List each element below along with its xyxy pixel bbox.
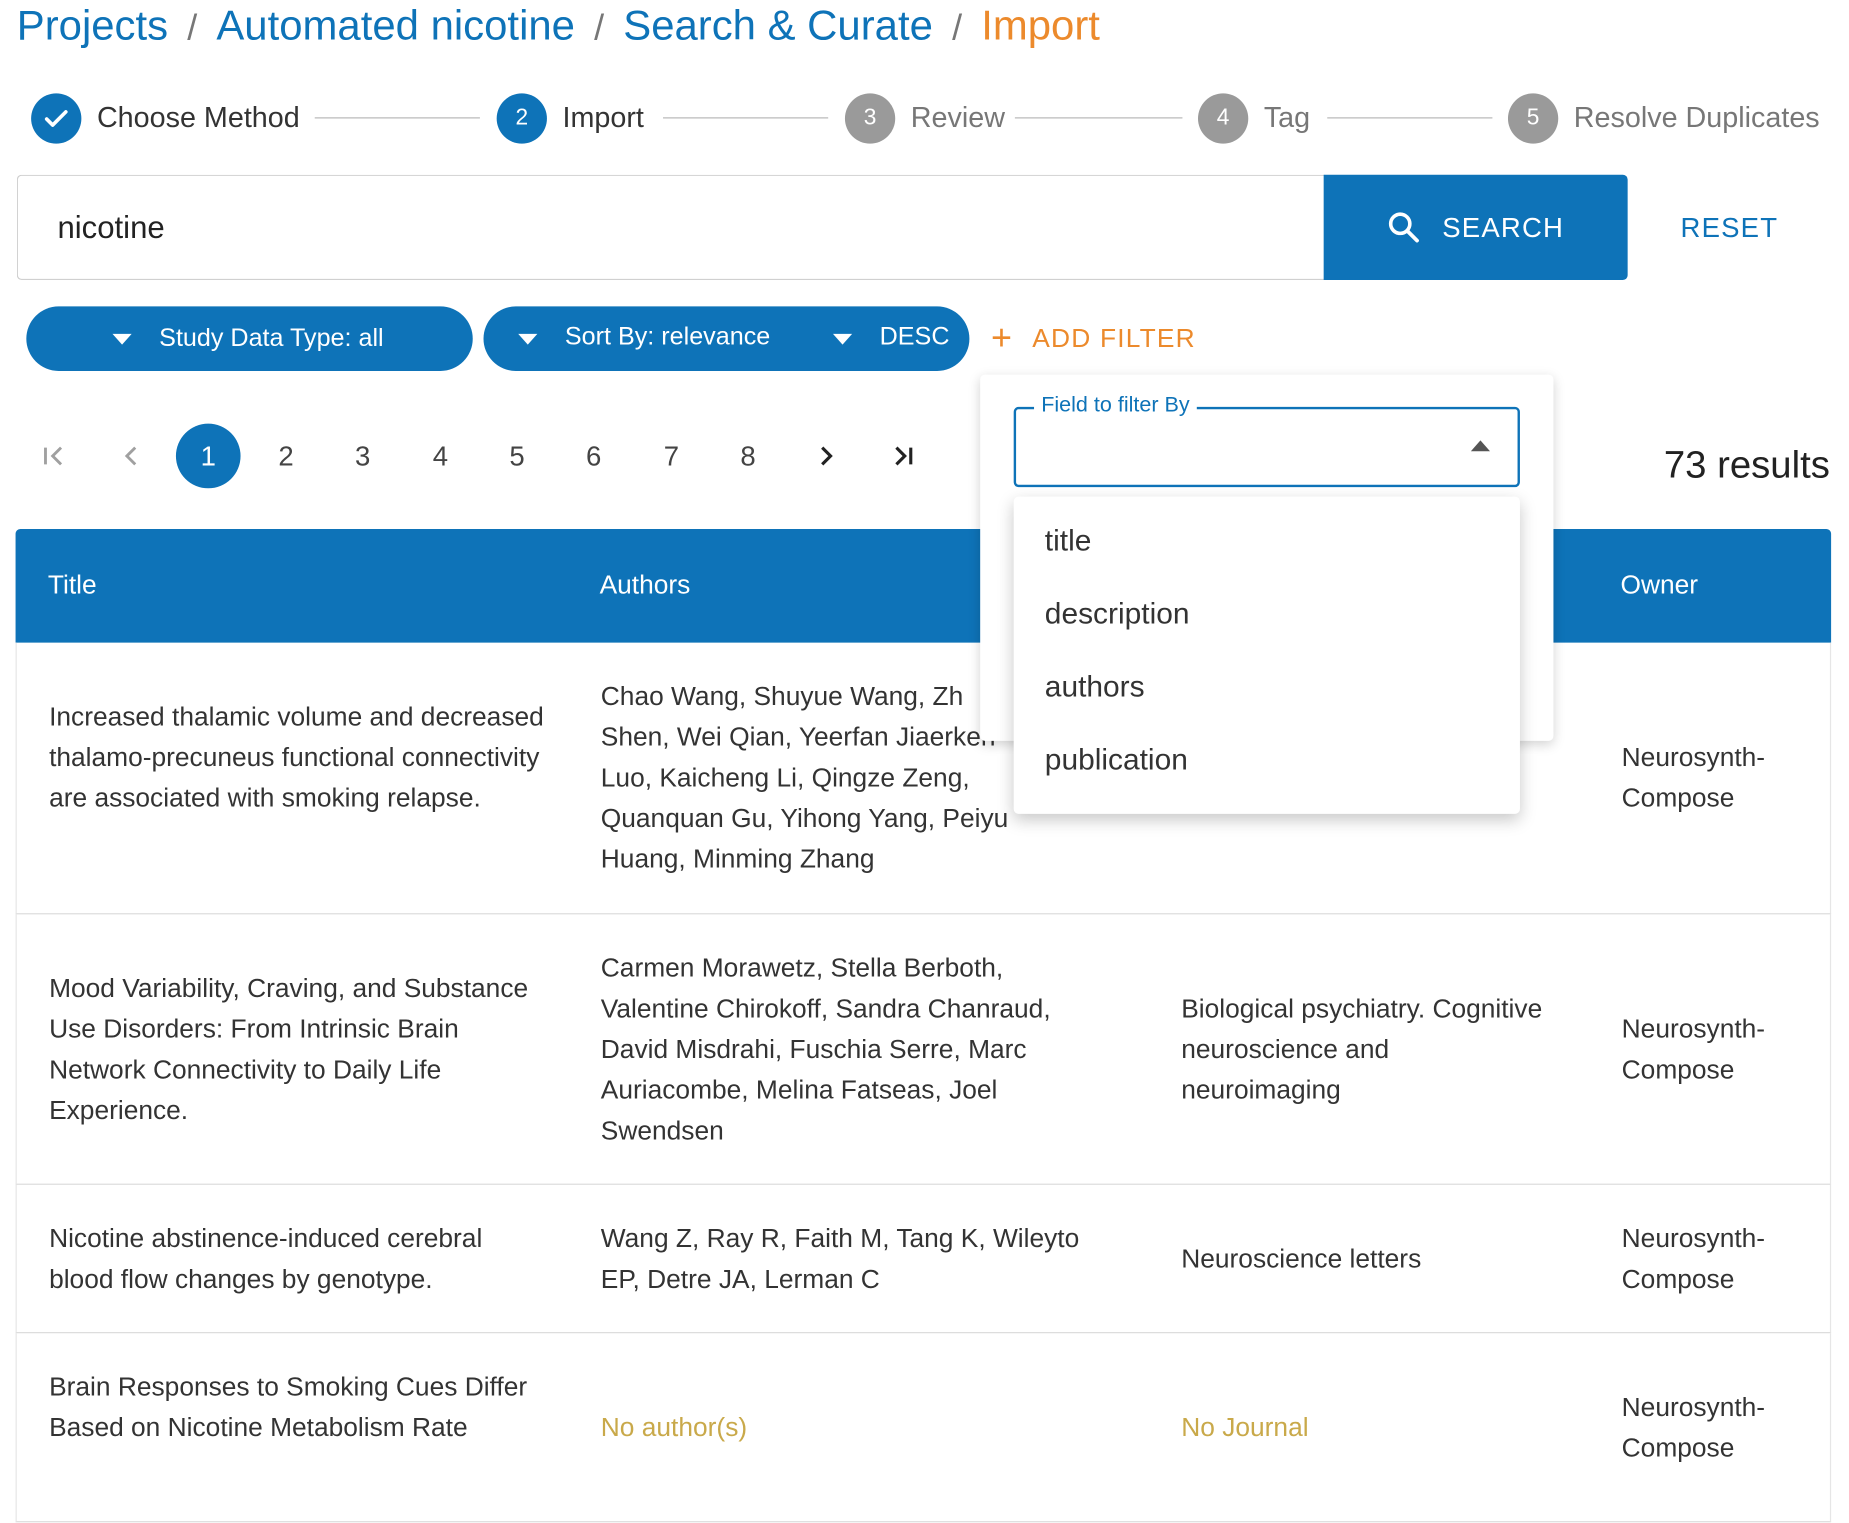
reset-button[interactable]: RESET: [1652, 197, 1808, 257]
step-import[interactable]: 2 Import: [496, 92, 644, 145]
step-label: Choose Method: [96, 101, 300, 135]
step-connector: [1014, 117, 1183, 119]
study-title: Brain Responses to Smoking Cues Differ B…: [49, 1371, 528, 1443]
study-data-type-select[interactable]: Study Data Type: all: [26, 306, 473, 372]
step-choose-method[interactable]: Choose Method: [31, 92, 300, 145]
study-owner: Neurosynth-Compose: [1621, 1223, 1766, 1294]
dropdown-arrow-icon: [518, 333, 538, 345]
add-filter-button[interactable]: + ADD FILTER: [991, 314, 1196, 364]
table-row[interactable]: Brain Responses to Smoking Cues Differ B…: [15, 1333, 1832, 1523]
sort-pill: Sort By: relevance DESC: [483, 306, 970, 372]
study-title: Mood Variability, Craving, and Substance…: [49, 972, 529, 1125]
field-to-filter-label: Field to filter By: [1034, 392, 1197, 418]
breadcrumb-separator: /: [594, 8, 605, 48]
step-label: Review: [910, 101, 1005, 135]
step-review[interactable]: 3 Review: [844, 92, 1005, 145]
study-owner: Neurosynth-Compose: [1621, 1013, 1766, 1085]
menu-option-authors[interactable]: authors: [1045, 670, 1145, 705]
study-authors: No author(s): [600, 1412, 748, 1443]
study-owner: Neurosynth-Compose: [1621, 1391, 1766, 1463]
column-header-authors[interactable]: Authors: [600, 570, 691, 601]
sort-direction-select[interactable]: DESC: [880, 323, 950, 352]
breadcrumb-projects[interactable]: Projects: [17, 2, 168, 49]
breadcrumb-project[interactable]: Automated nicotine: [216, 2, 575, 49]
breadcrumb-search-curate[interactable]: Search & Curate: [623, 2, 933, 49]
next-page-icon[interactable]: [793, 424, 858, 489]
table-row[interactable]: Increased thalamic volume and decreased …: [15, 642, 1832, 915]
breadcrumb-separator: /: [952, 8, 963, 48]
step-resolve-duplicates[interactable]: 5 Resolve Duplicates: [1507, 92, 1820, 145]
search-icon: [1388, 212, 1420, 243]
dropdown-arrow-icon: [832, 333, 853, 345]
results-table: Title Authors Owner Increased thalamic v…: [15, 528, 1832, 1523]
study-authors: Wang Z, Ray R, Faith M, Tang K, Wileyto …: [600, 1223, 1080, 1294]
search-button-label: SEARCH: [1442, 211, 1565, 243]
field-to-filter-select[interactable]: [1013, 406, 1520, 488]
study-data-type-label: Study Data Type: all: [159, 324, 384, 352]
import-page: Projects / Automated nicotine / Search & Cur…: [0, 0, 1849, 1523]
previous-page-icon[interactable]: [99, 424, 164, 489]
page-2-button[interactable]: 2: [254, 424, 319, 489]
step-label: Import: [562, 101, 644, 135]
step-connector: [314, 117, 480, 119]
page-7-button[interactable]: 7: [639, 424, 704, 489]
step-label: Tag: [1263, 101, 1311, 135]
search-input[interactable]: [17, 175, 1325, 279]
search-field[interactable]: [16, 174, 1325, 281]
dropdown-arrow-icon: [112, 333, 132, 345]
study-journal: No Journal: [1181, 1412, 1309, 1443]
study-journal: Neuroscience letters: [1181, 1243, 1422, 1274]
breadcrumb: Projects / Automated nicotine / Search & Cur…: [17, 2, 1100, 50]
column-header-title[interactable]: Title: [48, 570, 97, 601]
column-header-owner[interactable]: Owner: [1620, 570, 1698, 601]
breadcrumb-current: Import: [981, 2, 1100, 50]
study-title: Increased thalamic volume and decreased …: [49, 701, 544, 813]
table-row[interactable]: Nicotine abstinence-induced cerebral blo…: [15, 1184, 1832, 1334]
import-stepper: Choose Method 2 Import 3 Review 4 Tag 5 …: [31, 92, 1826, 145]
search-button[interactable]: SEARCH: [1323, 174, 1628, 281]
step-number: 2: [496, 93, 547, 144]
page-6-button[interactable]: 6: [561, 424, 626, 489]
step-tag[interactable]: 4 Tag: [1197, 92, 1311, 145]
step-connector: [663, 117, 829, 119]
study-authors: Carmen Morawetz, Stella Berboth, Valenti…: [600, 952, 1051, 1146]
step-number: 5: [1507, 93, 1559, 144]
step-number: 3: [844, 93, 896, 144]
page-5-button[interactable]: 5: [485, 424, 550, 489]
study-title: Nicotine abstinence-induced cerebral blo…: [49, 1223, 483, 1294]
check-icon: [31, 93, 82, 144]
page-1-button[interactable]: 1: [175, 423, 241, 489]
menu-option-description[interactable]: description: [1045, 597, 1190, 632]
step-number: 4: [1197, 93, 1249, 144]
step-connector: [1327, 117, 1493, 119]
table-row[interactable]: Mood Variability, Craving, and Substance…: [15, 914, 1832, 1185]
menu-option-title[interactable]: title: [1045, 524, 1092, 559]
menu-option-publication[interactable]: publication: [1045, 743, 1188, 778]
first-page-icon[interactable]: [22, 424, 87, 489]
add-filter-label: ADD FILTER: [1032, 323, 1196, 354]
page-8-button[interactable]: 8: [716, 424, 781, 489]
filter-field-menu: title description authors publication: [1013, 496, 1520, 814]
plus-icon: +: [990, 318, 1014, 358]
study-authors: Chao Wang, Shuyue Wang, Zh Shen, Wei Qia…: [600, 680, 1009, 874]
study-owner: Neurosynth-Compose: [1621, 742, 1766, 813]
results-count: 73 results: [1663, 442, 1830, 486]
last-page-icon[interactable]: [871, 424, 936, 489]
sort-by-select[interactable]: Sort By: relevance: [565, 323, 770, 352]
page-4-button[interactable]: 4: [408, 424, 473, 489]
breadcrumb-separator: /: [187, 8, 198, 48]
dropdown-arrow-up-icon[interactable]: [1470, 440, 1491, 452]
table-header: Title Authors Owner: [15, 528, 1832, 643]
page-3-button[interactable]: 3: [330, 424, 395, 489]
study-journal: Biological psychiatry. Cognitive neurosc…: [1181, 993, 1543, 1105]
step-label: Resolve Duplicates: [1573, 101, 1820, 135]
